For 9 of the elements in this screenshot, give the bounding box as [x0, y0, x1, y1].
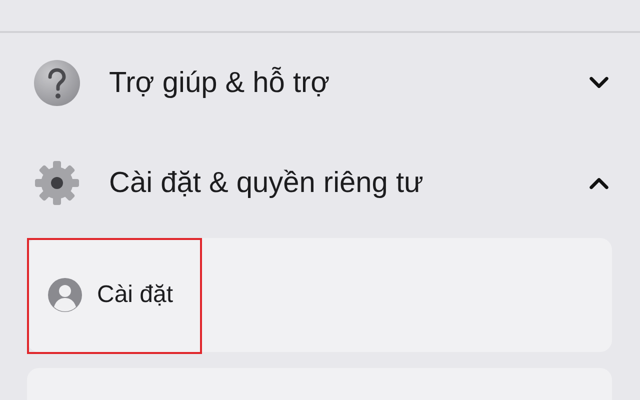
settings-card[interactable]: Cài đặt — [27, 238, 612, 352]
help-icon — [33, 59, 81, 107]
chevron-down-icon[interactable] — [588, 75, 610, 91]
avatar-icon — [47, 277, 83, 313]
menu-section-label[interactable]: Trợ giúp & hỗ trợ — [109, 66, 588, 100]
gear-icon — [33, 159, 81, 207]
chevron-up-icon[interactable] — [588, 175, 610, 191]
menu-item-label: Cài đặt — [97, 281, 174, 309]
menu-section-label[interactable]: Cài đặt & quyền riêng tư — [109, 166, 588, 200]
